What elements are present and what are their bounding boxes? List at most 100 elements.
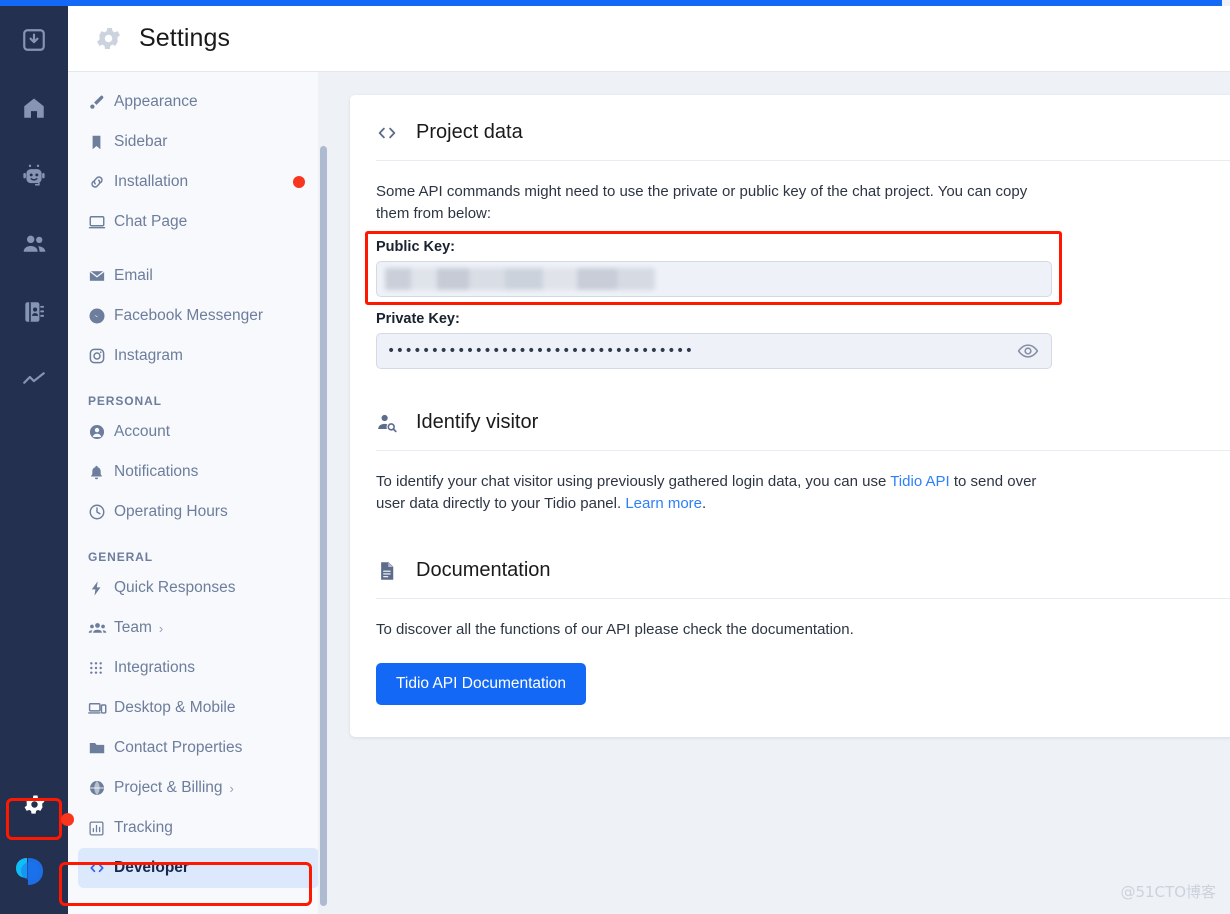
identify-visitor-header: Identify visitor — [350, 369, 1230, 434]
contacts-icon[interactable] — [0, 278, 68, 346]
sidebar-item-chat-page[interactable]: Chat Page — [78, 202, 319, 242]
sidebar-item-label: Integrations — [114, 659, 195, 676]
sidebar-item-appearance[interactable]: Appearance — [78, 82, 319, 122]
sidebar-item-contact-properties[interactable]: Contact Properties — [78, 728, 319, 768]
bolt-icon — [88, 580, 114, 597]
gear-icon[interactable] — [0, 770, 68, 838]
developer-settings-card: Project data Some API commands might nee… — [350, 95, 1230, 737]
settings-nav-list: Appearance Sidebar Installation Chat Pag… — [68, 72, 329, 888]
link-icon — [88, 173, 114, 191]
section-divider — [376, 160, 1230, 161]
chevron-right-icon: › — [229, 780, 234, 796]
sidebar-item-label: Desktop & Mobile — [114, 699, 236, 716]
tidio-api-documentation-button[interactable]: Tidio API Documentation — [376, 663, 587, 705]
sidebar-item-desktop-mobile[interactable]: Desktop & Mobile — [78, 688, 319, 728]
section-title: Identify visitor — [416, 411, 539, 433]
section-divider — [376, 598, 1230, 599]
home-icon[interactable] — [0, 74, 68, 142]
code-icon — [376, 122, 404, 144]
sidebar-item-label: Developer — [114, 859, 189, 876]
sidebar-item-operating-hours[interactable]: Operating Hours — [78, 492, 319, 532]
sidebar-item-project-billing[interactable]: Project & Billing › — [78, 768, 319, 808]
sidebar-item-developer[interactable]: Developer — [78, 848, 319, 888]
sidebar-item-label: Account — [114, 423, 171, 440]
sidebar-item-team[interactable]: Team › — [78, 608, 319, 648]
nav-gap — [68, 242, 329, 256]
header-gear-icon — [94, 24, 123, 53]
project-data-header: Project data — [350, 95, 1230, 144]
user-search-icon — [376, 412, 404, 434]
identify-text-3: . — [702, 495, 707, 512]
sidebar-item-tracking[interactable]: Tracking — [78, 808, 319, 848]
sidebar-item-label: Appearance — [114, 93, 198, 110]
sidebar-scrollbar-thumb[interactable] — [320, 146, 327, 906]
gear-notification-dot — [61, 813, 74, 826]
monitor-icon — [88, 213, 114, 231]
instagram-icon — [88, 347, 114, 365]
analytics-icon[interactable] — [0, 346, 68, 414]
clock-icon — [88, 503, 114, 521]
watermark: @51CTO博客 — [1120, 883, 1216, 901]
sidebar-item-facebook-messenger[interactable]: Facebook Messenger — [78, 296, 319, 336]
top-accent-bar — [0, 0, 1222, 6]
eye-icon[interactable] — [1017, 340, 1039, 362]
inbox-icon[interactable] — [0, 6, 68, 74]
tidio-api-link[interactable]: Tidio API — [890, 473, 949, 490]
user-circle-icon — [88, 423, 114, 441]
sidebar-item-label: Team — [114, 619, 152, 636]
sidebar-item-label: Installation — [114, 173, 189, 190]
bookmark-icon — [88, 134, 114, 151]
sidebar-item-label: Notifications — [114, 463, 199, 480]
public-key-redacted-value — [385, 268, 655, 290]
document-icon — [376, 560, 404, 582]
project-data-description: Some API commands might need to use the … — [376, 183, 1028, 222]
sidebar-item-label: Chat Page — [114, 213, 188, 230]
sidebar-item-label: Operating Hours — [114, 503, 228, 520]
sidebar-item-label: Project & Billing — [114, 779, 223, 796]
sidebar-item-label: Quick Responses — [114, 579, 236, 596]
messenger-icon — [88, 307, 114, 325]
sidebar-item-installation[interactable]: Installation — [78, 162, 319, 202]
identify-text-1: To identify your chat visitor using prev… — [376, 473, 891, 490]
grid-icon — [88, 660, 114, 676]
sidebar-item-sidebar[interactable]: Sidebar — [78, 122, 319, 162]
section-divider — [376, 450, 1230, 451]
sidebar-item-label: Sidebar — [114, 133, 168, 150]
code-icon — [88, 859, 114, 877]
settings-sidebar[interactable]: Appearance Sidebar Installation Chat Pag… — [68, 72, 330, 914]
learn-more-link[interactable]: Learn more — [625, 495, 702, 512]
sidebar-section-general: GENERAL — [88, 550, 153, 564]
sidebar-item-integrations[interactable]: Integrations — [78, 648, 319, 688]
app-icon-rail — [0, 0, 68, 914]
globe-icon — [88, 779, 114, 797]
public-key-label: Public Key: — [376, 239, 455, 255]
visitors-icon[interactable] — [0, 210, 68, 278]
bell-icon — [88, 464, 114, 481]
installation-notification-dot — [293, 176, 305, 188]
section-title: Project data — [416, 121, 523, 143]
sidebar-item-label: Instagram — [114, 347, 183, 364]
chatbot-icon[interactable] — [0, 142, 68, 210]
sidebar-section-personal: PERSONAL — [88, 394, 162, 408]
sidebar-item-label: Contact Properties — [114, 739, 243, 756]
sidebar-item-account[interactable]: Account — [78, 412, 319, 452]
devices-icon — [88, 699, 114, 718]
private-key-masked-value: ••••••••••••••••••••••••••••••••••• — [387, 343, 694, 359]
main-content-area: Project data Some API commands might nee… — [330, 72, 1230, 914]
team-icon — [88, 619, 114, 638]
public-key-input[interactable] — [376, 261, 1052, 297]
private-key-input[interactable]: ••••••••••••••••••••••••••••••••••• — [376, 333, 1052, 369]
sidebar-item-label: Facebook Messenger — [114, 307, 264, 324]
sidebar-item-notifications[interactable]: Notifications — [78, 452, 319, 492]
private-key-label: Private Key: — [376, 311, 460, 327]
sidebar-item-email[interactable]: Email — [78, 256, 319, 296]
sidebar-item-label: Tracking — [114, 819, 173, 836]
sidebar-item-quick-responses[interactable]: Quick Responses — [78, 568, 319, 608]
tidio-logo[interactable] — [0, 838, 68, 906]
chevron-right-icon: › — [158, 620, 164, 636]
brush-icon — [88, 94, 114, 111]
sidebar-item-instagram[interactable]: Instagram — [78, 336, 319, 376]
documentation-description: To discover all the functions of our API… — [376, 621, 854, 638]
page-title: Settings — [139, 24, 231, 52]
sidebar-item-label: Email — [114, 267, 153, 284]
